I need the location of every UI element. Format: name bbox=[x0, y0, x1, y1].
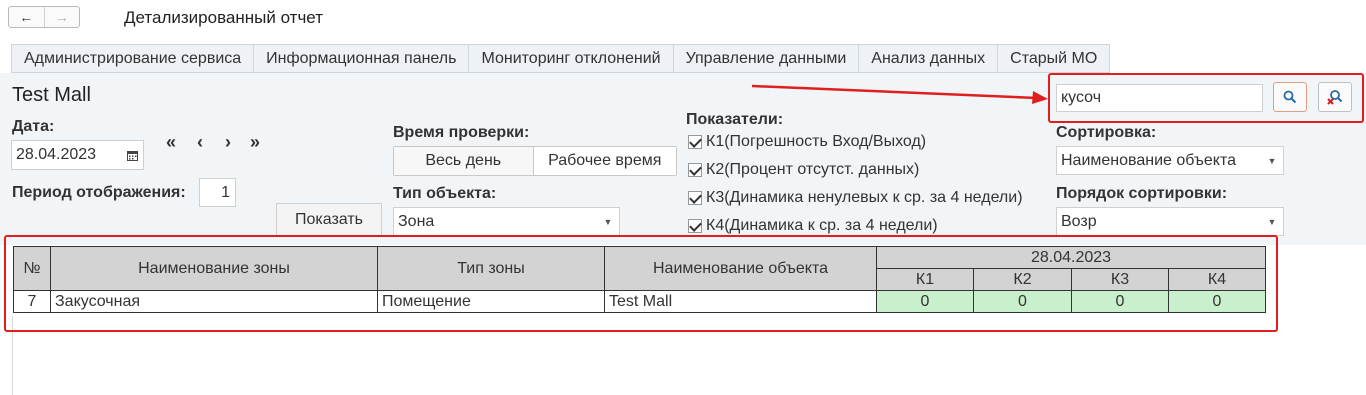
indicator-k2-checkbox[interactable]: К2(Процент отсутст. данных) bbox=[688, 161, 919, 179]
date-label: Дата: bbox=[12, 118, 55, 135]
sort-value: Наименование объекта bbox=[1061, 151, 1237, 169]
back-button[interactable]: ← bbox=[9, 7, 44, 27]
search-highlight-box bbox=[1048, 73, 1364, 123]
checkbox-checked-icon bbox=[688, 191, 702, 205]
period-value: 1 bbox=[221, 183, 230, 201]
indicator-k1-checkbox[interactable]: К1(Погрешность Вход/Выход) bbox=[688, 133, 926, 151]
object-type-label: Тип объекта: bbox=[393, 185, 497, 202]
last-date-button[interactable]: » bbox=[250, 132, 260, 153]
show-button[interactable]: Показать bbox=[276, 203, 382, 236]
object-type-value: Зона bbox=[398, 212, 435, 230]
forward-button[interactable]: → bbox=[43, 7, 80, 27]
indicator-k4-checkbox[interactable]: К4(Динамика к ср. за 4 недели) bbox=[688, 217, 938, 235]
whole-day-option[interactable]: Весь день bbox=[394, 147, 533, 175]
indicators-label: Показатели: bbox=[686, 111, 784, 128]
period-label: Период отображения: bbox=[12, 184, 186, 201]
page-heading: Test Mall bbox=[12, 84, 91, 106]
sort-label: Сортировка: bbox=[1056, 124, 1157, 141]
check-time-label: Время проверки: bbox=[393, 124, 530, 141]
object-type-select[interactable]: Зона ▼ bbox=[393, 207, 620, 236]
dropdown-caret-icon: ▼ bbox=[1267, 216, 1277, 227]
tab-old-mo[interactable]: Старый МО bbox=[998, 44, 1111, 73]
dropdown-caret-icon: ▼ bbox=[603, 216, 613, 227]
indicator-k2-label: К2(Процент отсутст. данных) bbox=[706, 161, 920, 178]
tab-data-analysis[interactable]: Анализ данных bbox=[859, 44, 999, 73]
work-time-option[interactable]: Рабочее время bbox=[532, 147, 676, 175]
table-highlight-box bbox=[4, 235, 1278, 332]
next-date-button[interactable]: › bbox=[225, 132, 231, 153]
tab-deviation-monitoring[interactable]: Мониторинг отклонений bbox=[469, 44, 674, 73]
sort-order-value: Возр bbox=[1061, 212, 1097, 230]
indicator-k1-label: К1(Погрешность Вход/Выход) bbox=[706, 133, 927, 150]
date-field[interactable]: 28.04.2023 bbox=[11, 140, 144, 170]
indicator-k4-label: К4(Динамика к ср. за 4 недели) bbox=[706, 217, 938, 234]
indicator-k3-checkbox[interactable]: К3(Динамика ненулевых к ср. за 4 недели) bbox=[688, 189, 1023, 207]
period-input[interactable]: 1 bbox=[199, 178, 236, 207]
window-title: Детализированный отчет bbox=[124, 8, 323, 27]
sort-order-label: Порядок сортировки: bbox=[1056, 185, 1228, 202]
annotation-arrow-icon bbox=[752, 84, 1048, 104]
checkbox-checked-icon bbox=[688, 219, 702, 233]
checkbox-checked-icon bbox=[688, 163, 702, 177]
arrow-left-icon: ← bbox=[19, 9, 34, 25]
first-date-button[interactable]: « bbox=[166, 132, 176, 153]
sort-select[interactable]: Наименование объекта ▼ bbox=[1056, 146, 1284, 175]
indicator-k3-label: К3(Динамика ненулевых к ср. за 4 недели) bbox=[706, 189, 1023, 206]
sort-order-select[interactable]: Возр ▼ bbox=[1056, 207, 1284, 236]
calendar-icon[interactable] bbox=[121, 150, 143, 161]
history-nav: ← → bbox=[8, 6, 80, 28]
tab-service-admin[interactable]: Администрирование сервиса bbox=[11, 44, 255, 73]
dropdown-caret-icon: ▼ bbox=[1267, 155, 1277, 166]
checkbox-checked-icon bbox=[688, 135, 702, 149]
date-value: 28.04.2023 bbox=[16, 146, 97, 163]
tab-info-panel[interactable]: Информационная панель bbox=[254, 44, 470, 73]
tab-data-management[interactable]: Управление данными bbox=[673, 44, 860, 73]
arrow-right-icon: → bbox=[54, 9, 69, 25]
prev-date-button[interactable]: ‹ bbox=[197, 132, 203, 153]
check-time-toggle: Весь день Рабочее время bbox=[393, 146, 677, 176]
main-tabs: Администрирование сервиса Информационная… bbox=[11, 44, 1111, 73]
